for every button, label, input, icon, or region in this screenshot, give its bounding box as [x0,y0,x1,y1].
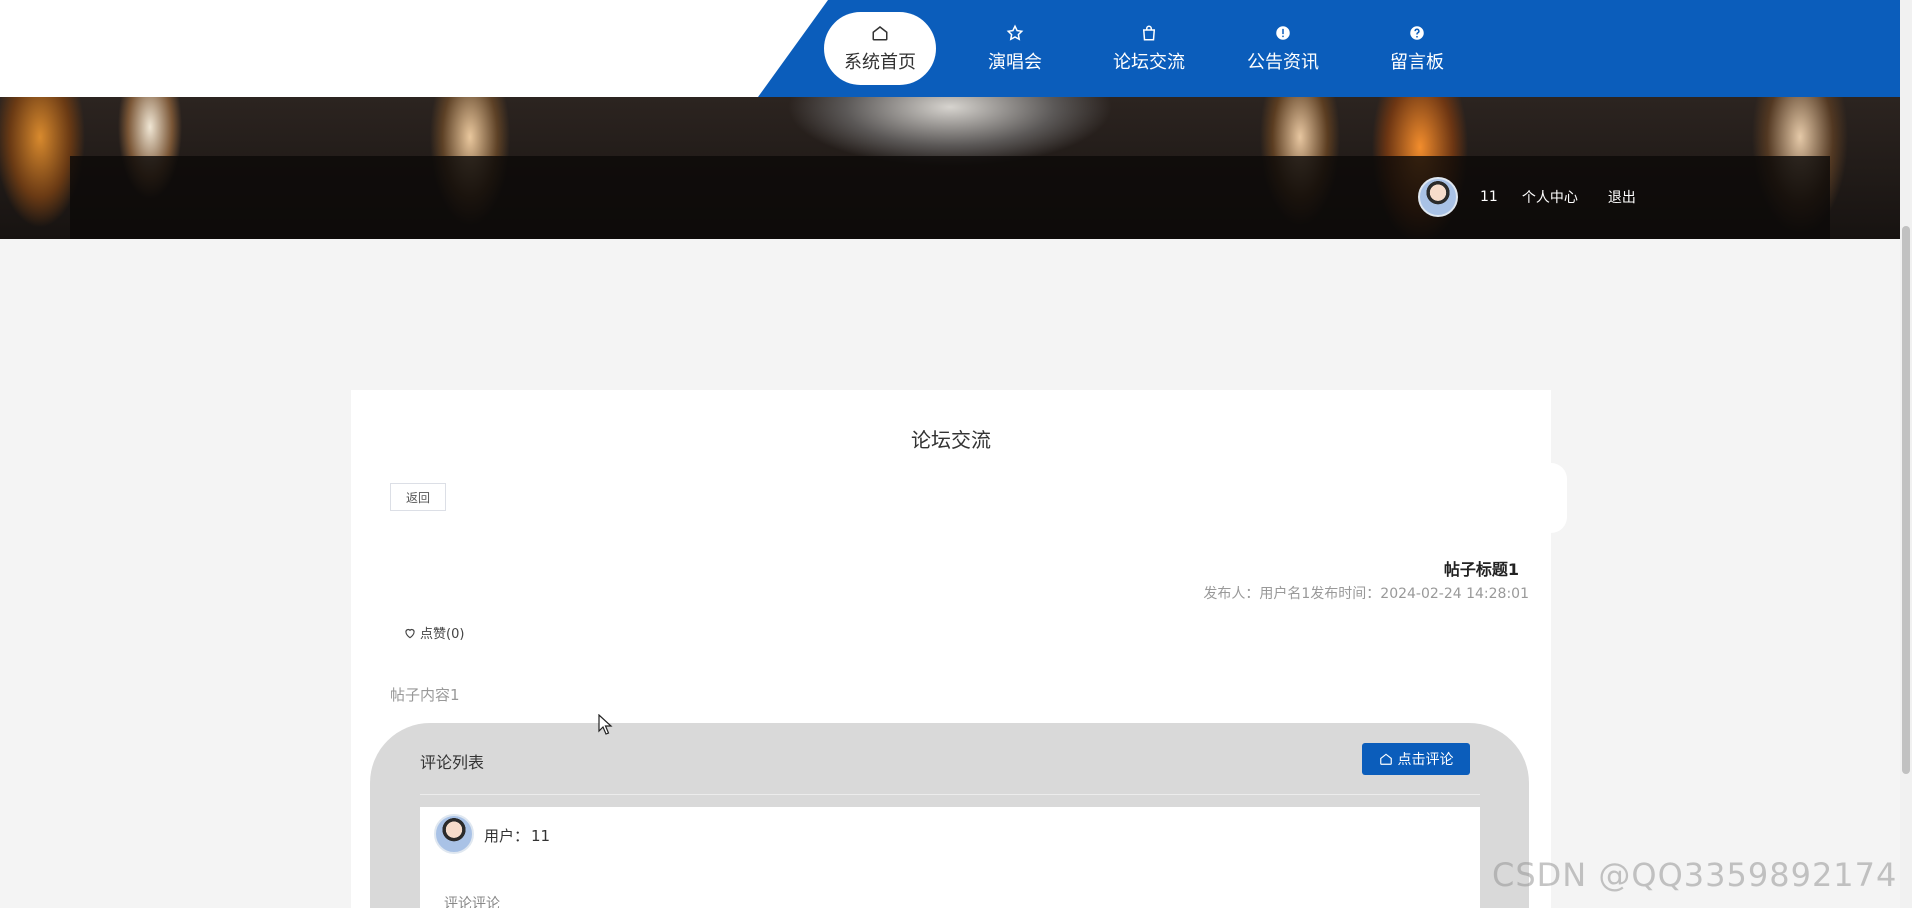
comment-user: 用户： 11 [484,825,550,846]
divider [420,794,1480,795]
alert-circle-icon [1274,22,1292,44]
star-icon [1006,22,1024,44]
page-scrollbar[interactable] [1900,0,1912,908]
comment-user-name: 11 [531,827,551,845]
nav-item-label: 系统首页 [844,52,916,73]
comments-section: 评论列表 点击评论 用户： 11 评论评论 [370,723,1529,908]
main-nav: 系统首页 演唱会 论坛交流 公告资讯 留言板 [824,10,1484,86]
nav-item-label: 演唱会 [988,52,1042,73]
top-navbar: 系统首页 演唱会 论坛交流 公告资讯 留言板 [0,0,1900,97]
username: 11 [1480,189,1498,205]
hero-banner: 11 个人中心 退出 [0,97,1900,239]
nav-item-label: 论坛交流 [1113,52,1185,73]
nav-item-home[interactable]: 系统首页 [824,11,936,85]
post-title: 帖子标题1 [1443,560,1519,579]
nav-item-forum[interactable]: 论坛交流 [1082,12,1216,85]
post-meta: 发布人：用户名1发布时间：2024-02-24 14:28:01 [1203,586,1529,602]
bag-icon [1140,22,1158,44]
page-title: 论坛交流 [911,428,991,452]
nav-item-label: 公告资讯 [1247,52,1319,73]
decorative-tab [1551,463,1567,533]
nav-item-label: 留言板 [1390,52,1444,73]
mouse-cursor-icon [598,714,613,735]
comments-title: 评论列表 [420,753,485,772]
help-circle-icon [1408,22,1426,44]
forum-detail-card: 论坛交流 返回 帖子标题1 发布人：用户名1发布时间：2024-02-24 14… [351,390,1567,908]
like-button[interactable]: 点赞(0) [403,623,464,642]
logout-link[interactable]: 退出 [1608,187,1636,207]
add-comment-button[interactable]: 点击评论 [1362,743,1470,775]
heart-icon [405,628,415,638]
post-content: 帖子内容1 [390,686,460,704]
nav-item-news[interactable]: 公告资讯 [1216,12,1350,85]
like-label: 点赞(0) [420,627,465,642]
scrollbar-thumb[interactable] [1902,226,1910,774]
comment-user-label: 用户： [484,827,530,845]
comment-text: 评论评论 [444,896,500,908]
nav-item-concerts[interactable]: 演唱会 [948,12,1082,85]
home-icon [1379,753,1392,765]
avatar [434,814,474,854]
add-comment-label: 点击评论 [1397,752,1454,768]
user-panel: 11 个人中心 退出 [1418,177,1636,217]
nav-item-messages[interactable]: 留言板 [1350,12,1484,85]
avatar[interactable] [1418,177,1458,217]
comment-item: 用户： 11 评论评论 [420,807,1480,908]
back-button[interactable]: 返回 [390,483,446,511]
personal-center-link[interactable]: 个人中心 [1522,187,1578,207]
watermark: CSDN @QQ3359892174 [1492,856,1898,894]
home-icon [871,22,889,44]
